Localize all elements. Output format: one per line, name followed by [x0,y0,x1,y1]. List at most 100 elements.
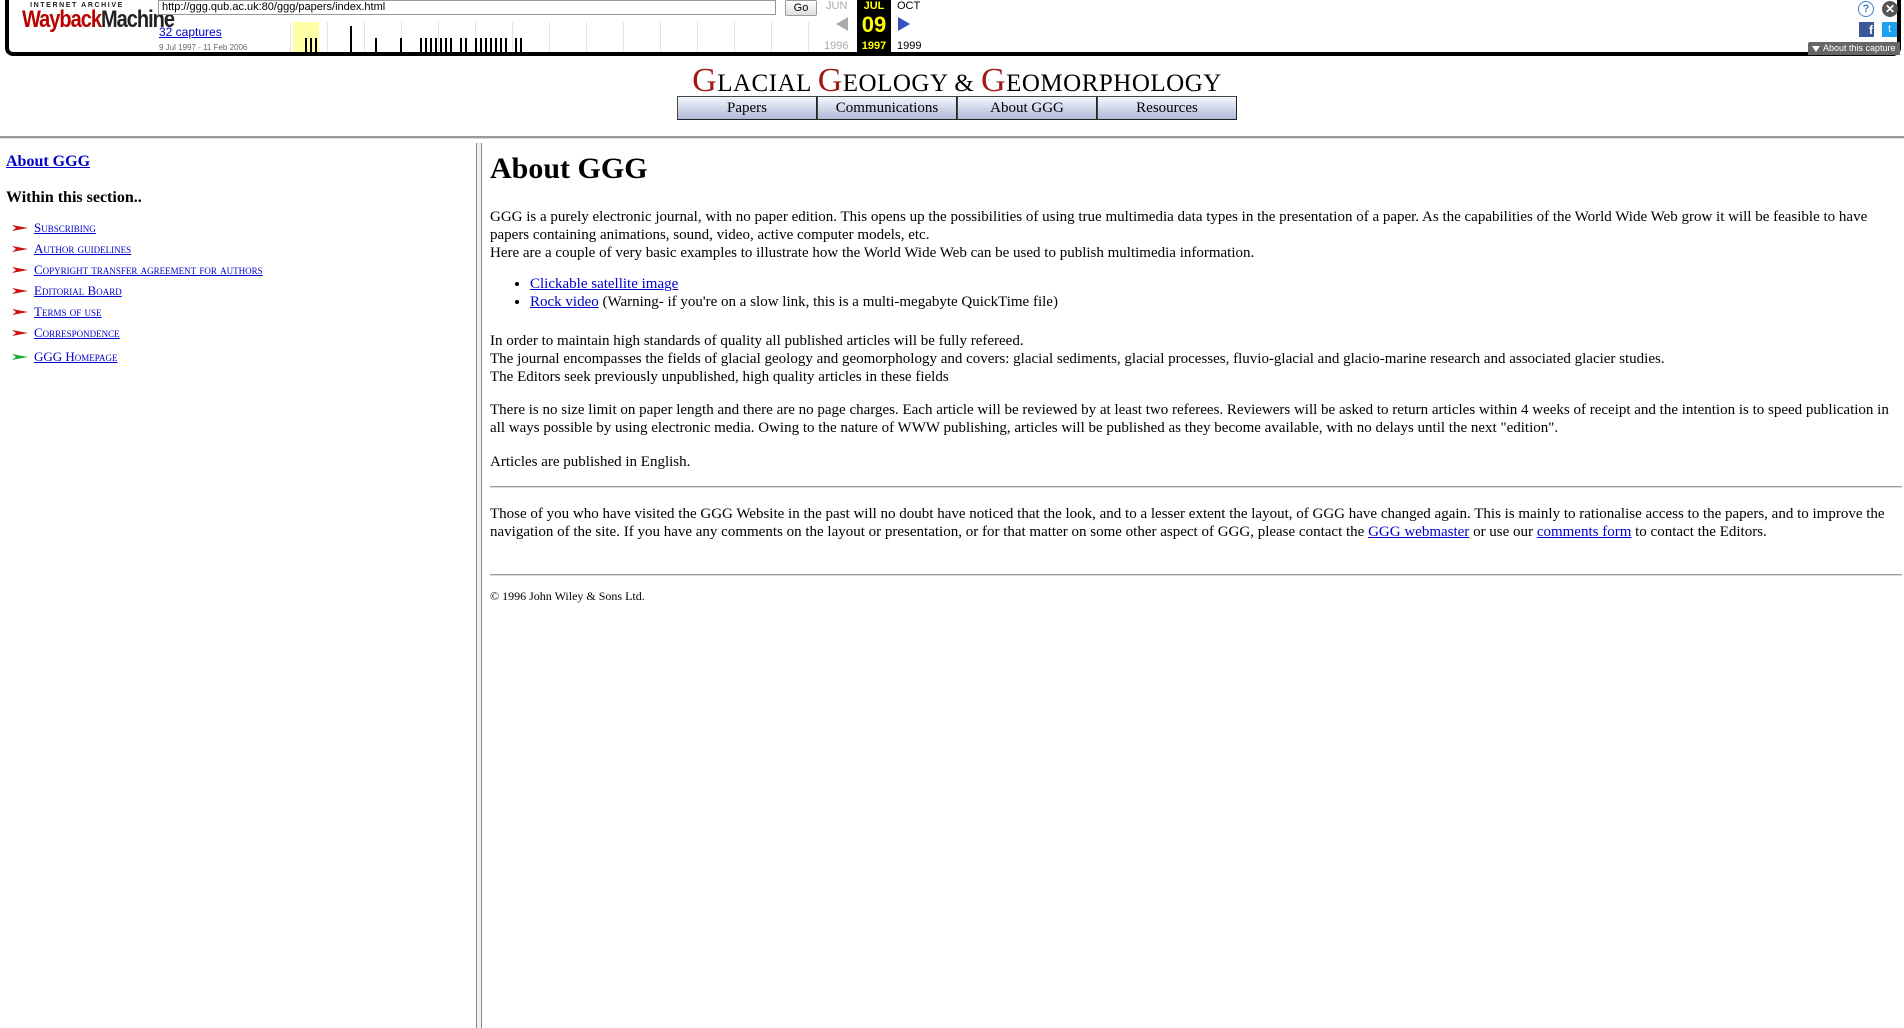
nav-tab-communications[interactable]: Communications [817,96,957,120]
close-icon[interactable]: ✕ [1882,1,1898,17]
sparkline-year-gridline [512,22,513,52]
sparkline-capture-bar [435,38,437,52]
wayback-url-input[interactable]: http://ggg.qub.ac.uk:80/ggg/papers/index… [158,0,776,15]
section-nav-link[interactable]: Copyright transfer agreement for authors [34,262,263,277]
section-nav-link[interactable]: GGG Homepage [34,349,117,364]
sparkline-capture-bar [500,38,502,52]
sparkline-capture-bar [485,38,487,52]
content-divider [490,486,1902,488]
title-cap-g3: G [981,62,1007,99]
multimedia-examples-list: Clickable satellite image Rock video (Wa… [490,275,1058,311]
footer-divider [490,574,1902,576]
title-part-eomorphology: EOMORPHOLOGY [1006,70,1222,97]
language-paragraph: Articles are published in English. [490,454,691,470]
changes-text-2: or use our [1469,524,1537,540]
twitter-icon[interactable]: t [1882,22,1897,37]
title-cap-g1: G [692,62,718,99]
sparkline-capture-bar [495,38,497,52]
section-nav-link[interactable]: Subscribing [34,220,96,235]
section-nav-item-copyright[interactable]: Copyright transfer agreement for authors [12,261,263,281]
sparkline-capture-bar [440,38,442,52]
section-nav-frame: About GGG Within this section.. Subscrib… [0,143,476,1028]
sparkline-year-gridline [808,22,809,52]
section-nav-item-homepage[interactable]: GGG Homepage [12,348,117,368]
sparkline-capture-bar [315,38,317,52]
sparkline-capture-bar [445,38,447,52]
facebook-icon[interactable]: f [1859,22,1874,37]
comments-form-link[interactable]: comments form [1537,524,1632,540]
policy-text-2: The journal encompasses the fields of gl… [490,351,1665,367]
sparkline-year-gridline [327,22,328,52]
sparkline-capture-bar [420,38,422,52]
policy-text-1: In order to maintain high standards of q… [490,333,1024,349]
wayback-current-month: JUL [863,0,885,12]
intro-text-2: Here are a couple of very basic examples… [490,245,1255,261]
wayback-logo[interactable]: INTERNET ARCHIVE WaybackMachine [22,2,175,46]
section-nav-link[interactable]: Author guidelines [34,241,131,256]
rock-video-link[interactable]: Rock video [530,294,599,310]
masthead-divider [0,136,1904,139]
sparkline-year-gridline [623,22,624,52]
section-nav-link[interactable]: Correspondence [34,325,120,340]
sparkline-capture-bar [450,38,452,52]
changes-text-3: to contact the Editors. [1631,524,1767,540]
sparkline-year-gridline [549,22,550,52]
sparkline-year-gridline [290,22,291,52]
wayback-captures-link[interactable]: 32 captures [159,25,222,39]
section-nav-item-author-guidelines[interactable]: Author guidelines [12,240,131,260]
nav-tab-papers[interactable]: Papers [677,96,817,120]
red-arrow-icon [12,225,28,232]
section-nav-link[interactable]: Editorial Board [34,283,122,298]
nav-tab-about[interactable]: About GGG [957,96,1097,120]
sparkline-capture-bar [475,38,477,52]
satellite-image-link[interactable]: Clickable satellite image [530,276,678,292]
wayback-next-month[interactable]: OCT [897,0,920,12]
section-nav-item-correspondence[interactable]: Correspondence [12,324,120,344]
nav-tab-resources[interactable]: Resources [1097,96,1237,120]
sparkline-year-gridline [586,22,587,52]
wayback-sparkline[interactable] [290,22,820,52]
wayback-next-year[interactable]: 1999 [897,40,921,52]
wayback-go-button[interactable]: Go [785,0,817,16]
green-arrow-icon [12,354,28,361]
wayback-current-day: 09 [861,12,887,37]
sparkline-capture-bar [460,38,462,52]
site-changes-paragraph: Those of you who have visited the GGG We… [490,505,1902,541]
sparkline-capture-bar [520,38,522,52]
wayback-prev-month[interactable]: JUN [826,0,847,12]
title-part-eology: EOLOGY & [842,70,982,97]
frame-divider[interactable] [476,143,482,1028]
sparkline-capture-bar [310,38,312,52]
wayback-current-year: 1997 [861,40,887,52]
red-arrow-icon [12,309,28,316]
section-nav-link[interactable]: Terms of use [34,304,101,319]
sparkline-year-gridline [771,22,772,52]
rock-video-warning: (Warning- if you're on a slow link, this… [598,294,1058,310]
sparkline-year-gridline [438,22,439,52]
page-title: About GGG [490,152,648,185]
sparkline-capture-bar [430,38,432,52]
about-this-capture-button[interactable]: About this capture [1808,42,1900,55]
section-nav-item-subscribing[interactable]: Subscribing [12,219,96,239]
red-arrow-icon [12,267,28,274]
red-arrow-icon [12,246,28,253]
sparkline-capture-bar [480,38,482,52]
section-nav-title-link[interactable]: About GGG [6,153,90,171]
section-nav-item-editorial-board[interactable]: Editorial Board [12,282,122,302]
wayback-date-range: 9 Jul 1997 - 11 Feb 2006 [159,43,248,52]
sparkline-capture-bar [375,38,377,52]
sparkline-year-gridline [364,22,365,52]
section-nav-item-terms-of-use[interactable]: Terms of use [12,303,101,323]
next-capture-arrow-icon[interactable] [898,17,910,31]
wayback-logo-main: WaybackMachine [22,8,175,32]
prev-capture-arrow-icon[interactable] [836,17,848,31]
site-title: GLACIAL GEOLOGY & GEOMORPHOLOGY [677,62,1237,100]
sparkline-capture-bar [490,38,492,52]
intro-text-1: GGG is a purely electronic journal, with… [490,209,1868,243]
wayback-prev-year[interactable]: 1996 [824,40,848,52]
copyright-notice: © 1996 John Wiley & Sons Ltd. [490,589,645,603]
list-item: Rock video (Warning- if you're on a slow… [530,293,1058,311]
webmaster-link[interactable]: GGG webmaster [1368,524,1469,540]
help-icon[interactable]: ? [1858,1,1874,17]
red-arrow-icon [12,288,28,295]
